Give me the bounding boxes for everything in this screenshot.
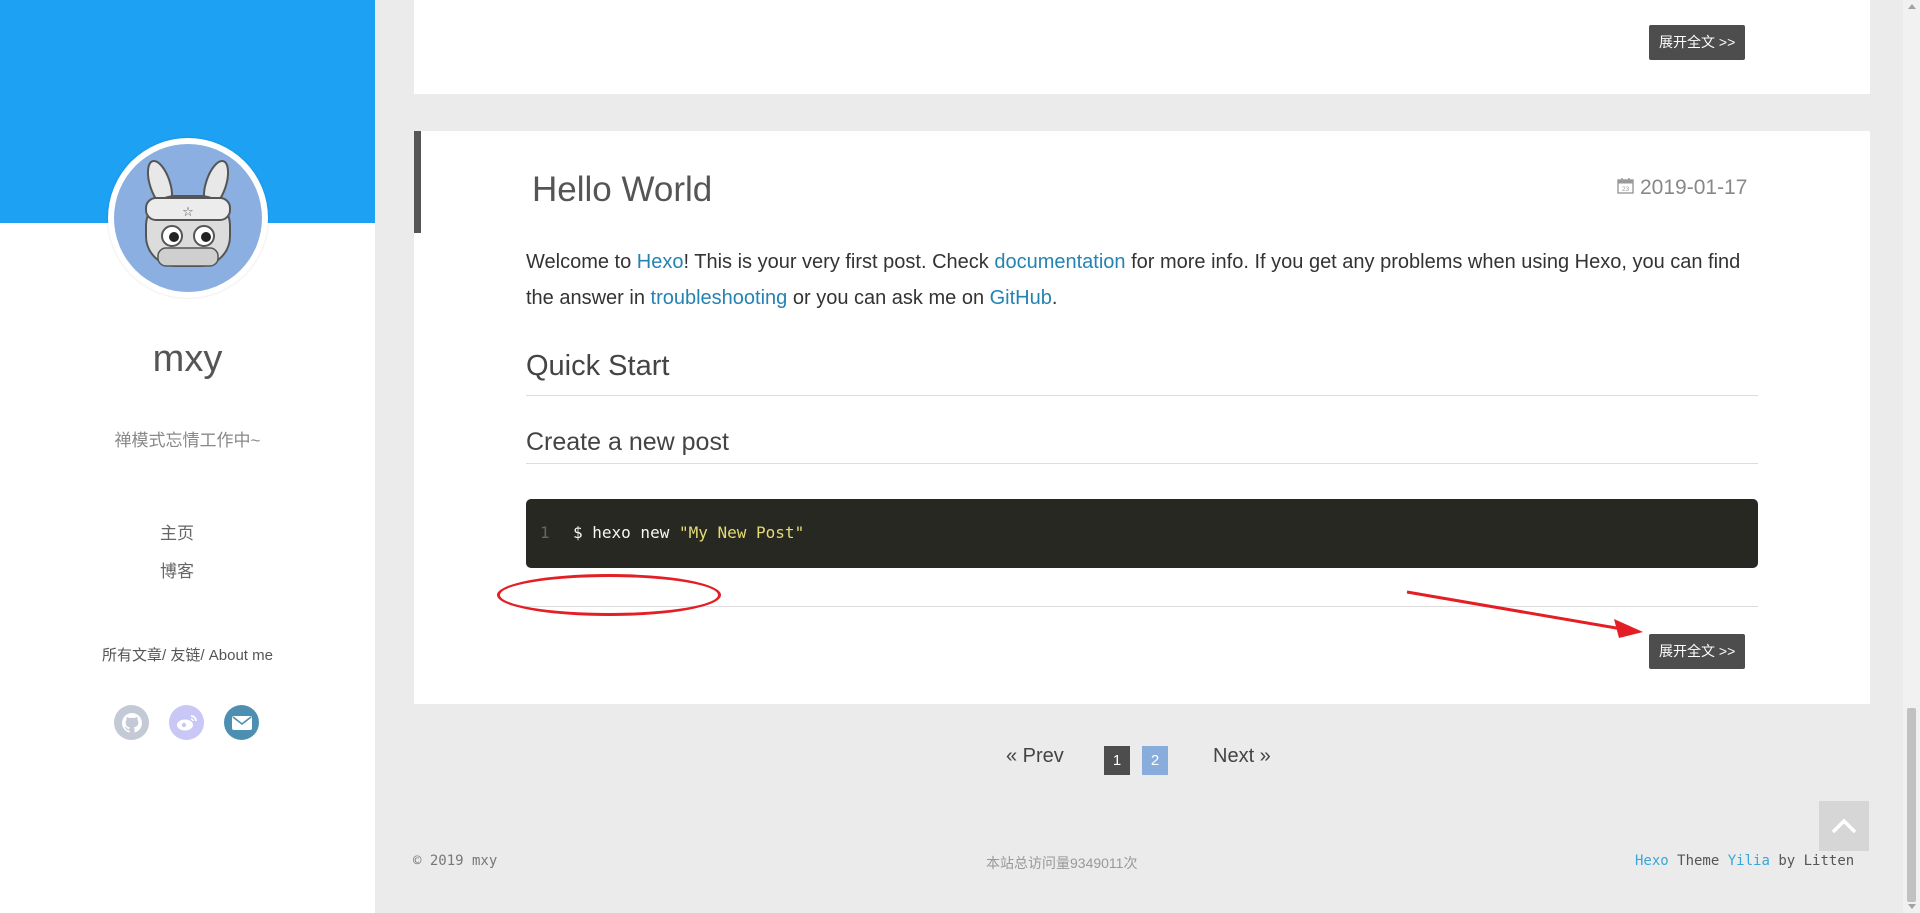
about-me-link[interactable]: About me	[209, 647, 273, 664]
sidebar: ☆ mxy 禅模式忘情工作中~ 主页 博客 所有文章/ 友链/ About me	[0, 0, 375, 913]
hexo-link[interactable]: Hexo	[637, 251, 684, 273]
read-more-button[interactable]: 展开全文 >>	[1649, 25, 1746, 60]
author-bio: 禅模式忘情工作中~	[114, 431, 261, 450]
chevron-up-icon	[1831, 818, 1857, 834]
footer-hexo-link[interactable]: Hexo	[1635, 853, 1669, 869]
footer-powered-by: Hexo Theme Yilia by Litten	[1635, 853, 1854, 869]
post-date-text: 2019-01-17	[1640, 176, 1748, 199]
author-name[interactable]: mxy	[0, 338, 375, 381]
annotation-ellipse	[497, 574, 721, 616]
post-title[interactable]: Hello World	[532, 170, 712, 210]
code-command: $ hexo new	[573, 523, 679, 542]
weibo-icon[interactable]	[169, 705, 204, 740]
github-link[interactable]: GitHub	[990, 287, 1052, 309]
post-intro: Welcome to Hexo! This is your very first…	[526, 244, 1758, 316]
page-number-current[interactable]: 1	[1104, 746, 1130, 775]
intro-text: .	[1051, 287, 1058, 309]
avatar[interactable]: ☆	[108, 138, 268, 298]
footer-text: Theme	[1668, 853, 1728, 869]
prev-page-link[interactable]: « Prev	[1006, 745, 1064, 768]
read-more-button[interactable]: 展开全文 >>	[1649, 634, 1746, 669]
scroll-down-arrow-icon[interactable]	[1908, 904, 1916, 909]
heading-divider	[526, 395, 1758, 396]
intro-text: or you can ask me on	[787, 287, 990, 309]
svg-text:23: 23	[1622, 186, 1630, 193]
mitu-bunny-avatar-icon: ☆	[114, 144, 262, 292]
scrollbar[interactable]	[1903, 0, 1920, 913]
scroll-up-arrow-icon[interactable]	[1908, 4, 1916, 9]
post-card-accent	[414, 131, 421, 233]
all-posts-link[interactable]: 所有文章	[102, 647, 162, 664]
intro-text: Welcome to	[526, 251, 637, 273]
heading-quick-start: Quick Start	[526, 350, 670, 382]
heading-divider	[526, 463, 1758, 464]
code-string: "My New Post"	[678, 523, 805, 542]
github-icon[interactable]	[114, 705, 149, 740]
footer-text: by Litten	[1769, 853, 1855, 869]
code-line-number: 1	[540, 523, 550, 542]
annotation-arrow-icon	[1406, 590, 1643, 638]
heading-create-post: Create a new post	[526, 428, 729, 456]
svg-text:☆: ☆	[182, 204, 194, 219]
friends-link[interactable]: 友链	[170, 647, 200, 664]
nav-blog-link[interactable]: 博客	[160, 553, 194, 591]
post-card	[414, 131, 1870, 704]
post-date: 23 2019-01-17	[1617, 176, 1747, 200]
troubleshooting-link[interactable]: troubleshooting	[651, 287, 788, 309]
calendar-icon: 23	[1617, 176, 1634, 200]
link-separator: /	[200, 647, 209, 664]
back-to-top-button[interactable]	[1819, 801, 1869, 851]
intro-text: ! This is your very first post. Check	[683, 251, 995, 273]
footer-copyright: © 2019 mxy	[413, 853, 498, 869]
social-links	[114, 705, 259, 740]
code-block: 1 $ hexo new "My New Post"	[526, 499, 1758, 568]
next-page-link[interactable]: Next »	[1213, 745, 1271, 768]
nav-home-link[interactable]: 主页	[160, 515, 194, 553]
pagination: « Prev 1 2 Next »	[0, 745, 1920, 775]
footer-visits: 本站总访问量9349011次	[986, 855, 1138, 871]
footer-yilia-link[interactable]: Yilia	[1728, 853, 1770, 869]
sidebar-sub-links: 所有文章/ 友链/ About me	[0, 644, 375, 665]
documentation-link[interactable]: documentation	[994, 251, 1125, 273]
mail-icon[interactable]	[224, 705, 259, 740]
scrollbar-thumb[interactable]	[1907, 708, 1916, 902]
code-line: $ hexo new "My New Post"	[573, 523, 804, 542]
page-number[interactable]: 2	[1142, 746, 1168, 775]
sidebar-nav: 主页 博客	[160, 515, 194, 591]
